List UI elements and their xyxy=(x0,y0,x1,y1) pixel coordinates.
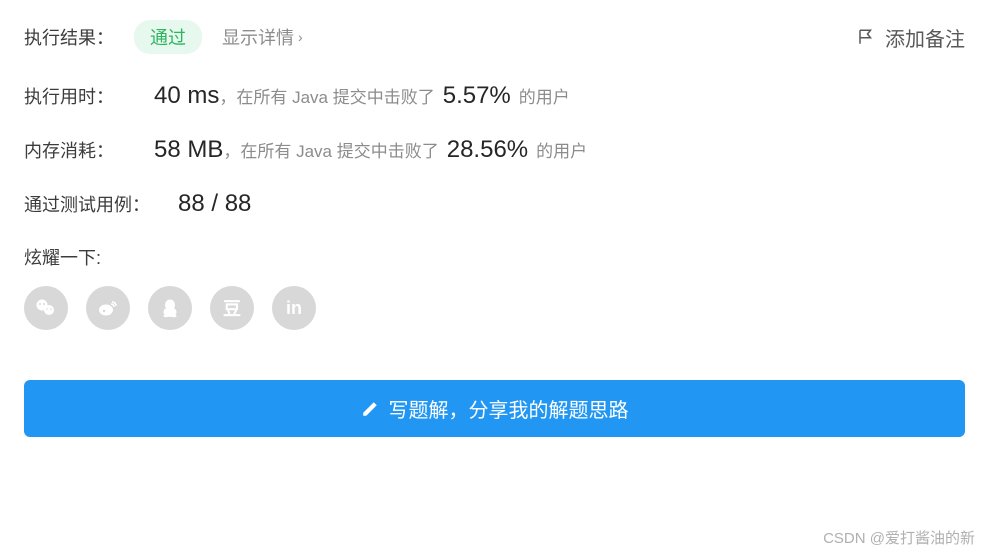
linkedin-icon: in xyxy=(286,298,302,319)
chevron-right-icon: › xyxy=(298,29,303,45)
testcases-label: 通过测试用例： xyxy=(24,191,150,217)
add-note-button[interactable]: 添加备注 xyxy=(857,23,965,52)
add-note-text: 添加备注 xyxy=(885,23,965,52)
share-icons-group: 豆 in xyxy=(24,286,965,330)
result-header: 执行结果： 通过 显示详情 › 添加备注 xyxy=(24,20,965,54)
weibo-icon xyxy=(96,296,120,320)
testcases-value: 88 / 88 xyxy=(178,190,251,218)
status-badge: 通过 xyxy=(134,20,202,54)
share-label: 炫耀一下: xyxy=(24,244,965,270)
show-details-link[interactable]: 显示详情 › xyxy=(222,24,303,50)
weibo-share-button[interactable] xyxy=(86,286,130,330)
douban-icon: 豆 xyxy=(223,295,241,321)
wechat-icon xyxy=(34,296,58,320)
linkedin-share-button[interactable]: in xyxy=(272,286,316,330)
qq-icon xyxy=(158,296,182,320)
runtime-prefix: ，在所有 Java 提交中击败了 xyxy=(219,83,434,108)
runtime-value: 40 ms xyxy=(154,82,219,110)
memory-prefix: ，在所有 Java 提交中击败了 xyxy=(223,137,438,162)
write-solution-button[interactable]: 写题解，分享我的解题思路 xyxy=(24,380,965,437)
memory-label: 内存消耗： xyxy=(24,137,126,163)
watermark: CSDN @爱打酱油的新 xyxy=(823,527,975,548)
runtime-label: 执行用时： xyxy=(24,83,126,109)
runtime-percent: 5.57% xyxy=(443,82,511,110)
runtime-row: 执行用时： 40 ms ，在所有 Java 提交中击败了 5.57% 的用户 xyxy=(24,82,965,110)
memory-suffix: 的用户 xyxy=(536,137,587,162)
wechat-share-button[interactable] xyxy=(24,286,68,330)
flag-icon xyxy=(857,28,875,46)
memory-row: 内存消耗： 58 MB ，在所有 Java 提交中击败了 28.56% 的用户 xyxy=(24,136,965,164)
memory-value: 58 MB xyxy=(154,136,223,164)
qq-share-button[interactable] xyxy=(148,286,192,330)
cta-label: 写题解，分享我的解题思路 xyxy=(389,394,629,423)
douban-share-button[interactable]: 豆 xyxy=(210,286,254,330)
memory-percent: 28.56% xyxy=(447,136,528,164)
result-left-group: 执行结果： 通过 显示详情 › xyxy=(24,20,303,54)
pencil-icon xyxy=(361,400,379,418)
result-label: 执行结果： xyxy=(24,24,114,50)
runtime-suffix: 的用户 xyxy=(519,83,570,108)
show-details-text: 显示详情 xyxy=(222,24,294,50)
testcases-row: 通过测试用例： 88 / 88 xyxy=(24,190,965,218)
